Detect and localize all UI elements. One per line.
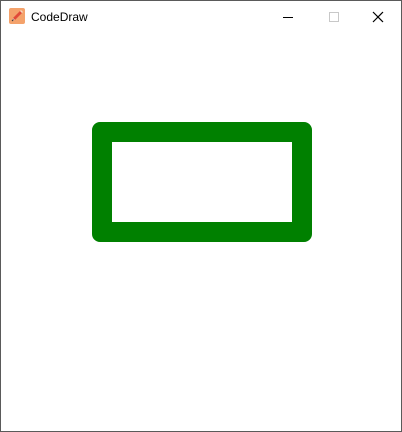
maximize-icon (329, 11, 339, 22)
maximize-button[interactable] (311, 1, 357, 32)
close-icon (372, 11, 384, 22)
app-window: CodeDraw (0, 0, 402, 432)
close-button[interactable] (355, 1, 401, 32)
rectangle-interior (112, 142, 292, 222)
minimize-button[interactable] (265, 1, 311, 32)
window-title: CodeDraw (31, 10, 88, 24)
minimize-icon (283, 16, 293, 18)
drawing-canvas[interactable] (1, 32, 401, 431)
title-bar[interactable]: CodeDraw (1, 1, 401, 32)
pencil-app-icon (9, 8, 25, 24)
green-rectangle-outline (92, 122, 312, 242)
